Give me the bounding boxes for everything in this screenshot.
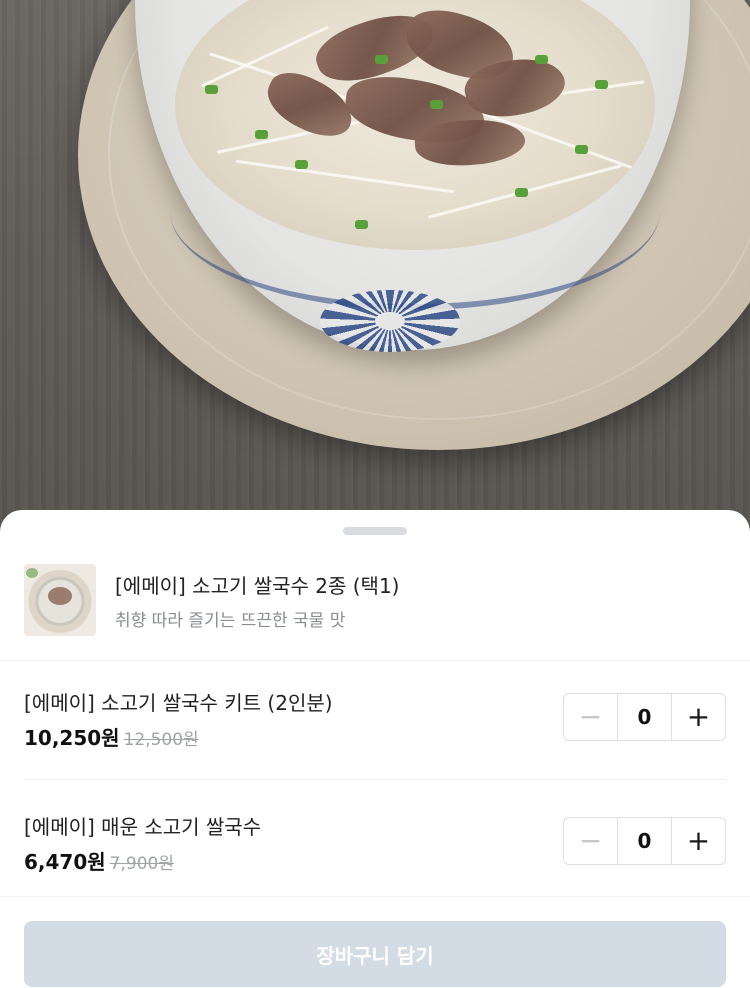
product-thumbnail: [24, 564, 96, 636]
option-sale-price: 6,470원: [24, 850, 106, 874]
product-summary: [에메이] 소고기 쌀국수 2종 (택1) 취향 따라 즐기는 뜨끈한 국물 맛: [24, 564, 726, 636]
option-name: [에메이] 소고기 쌀국수 키트 (2인분): [24, 691, 333, 715]
quantity-value: 0: [637, 829, 652, 853]
quantity-value: 0: [637, 705, 652, 729]
scallion-piece: [515, 188, 528, 197]
quantity-stepper: − 0 +: [563, 817, 726, 865]
scallion-piece: [430, 100, 443, 109]
increase-quantity-button[interactable]: +: [671, 694, 725, 740]
section-divider: [0, 660, 750, 661]
scallion-piece: [535, 55, 548, 64]
scallion-piece: [295, 160, 308, 169]
option-item: [에메이] 매운 소고기 쌀국수 6,470원 7,900원 − 0 +: [24, 811, 726, 891]
scallion-piece: [575, 145, 588, 154]
scallion-piece: [355, 220, 368, 229]
option-price-row: 10,250원 12,500원: [24, 722, 199, 751]
option-sale-price: 10,250원: [24, 726, 120, 750]
option-bottom-sheet: [에메이] 소고기 쌀국수 2종 (택1) 취향 따라 즐기는 뜨끈한 국물 맛…: [0, 510, 750, 988]
decrease-quantity-button[interactable]: −: [564, 818, 618, 864]
sheet-drag-handle[interactable]: [343, 527, 407, 535]
bowl-flower-pattern: [320, 290, 460, 352]
product-title: [에메이] 소고기 쌀국수 2종 (택1): [115, 574, 400, 598]
footer-divider: [0, 896, 750, 897]
noodle-strand: [235, 159, 455, 194]
product-subtitle: 취향 따라 즐기는 뜨끈한 국물 맛: [115, 611, 346, 631]
scallion-piece: [255, 130, 268, 139]
option-divider: [24, 779, 726, 780]
scallion-piece: [375, 55, 388, 64]
option-name: [에메이] 매운 소고기 쌀국수: [24, 815, 262, 839]
option-price-row: 6,470원 7,900원: [24, 846, 174, 875]
add-to-cart-button[interactable]: 장바구니 담기: [24, 921, 726, 987]
scallion-piece: [205, 85, 218, 94]
option-original-price: 12,500원: [123, 730, 199, 750]
option-item: [에메이] 소고기 쌀국수 키트 (2인분) 10,250원 12,500원 − …: [24, 687, 726, 767]
product-hero-image: [0, 0, 750, 540]
scallion-piece: [595, 80, 608, 89]
decrease-quantity-button[interactable]: −: [564, 694, 618, 740]
quantity-stepper: − 0 +: [563, 693, 726, 741]
option-original-price: 7,900원: [109, 854, 174, 874]
increase-quantity-button[interactable]: +: [671, 818, 725, 864]
